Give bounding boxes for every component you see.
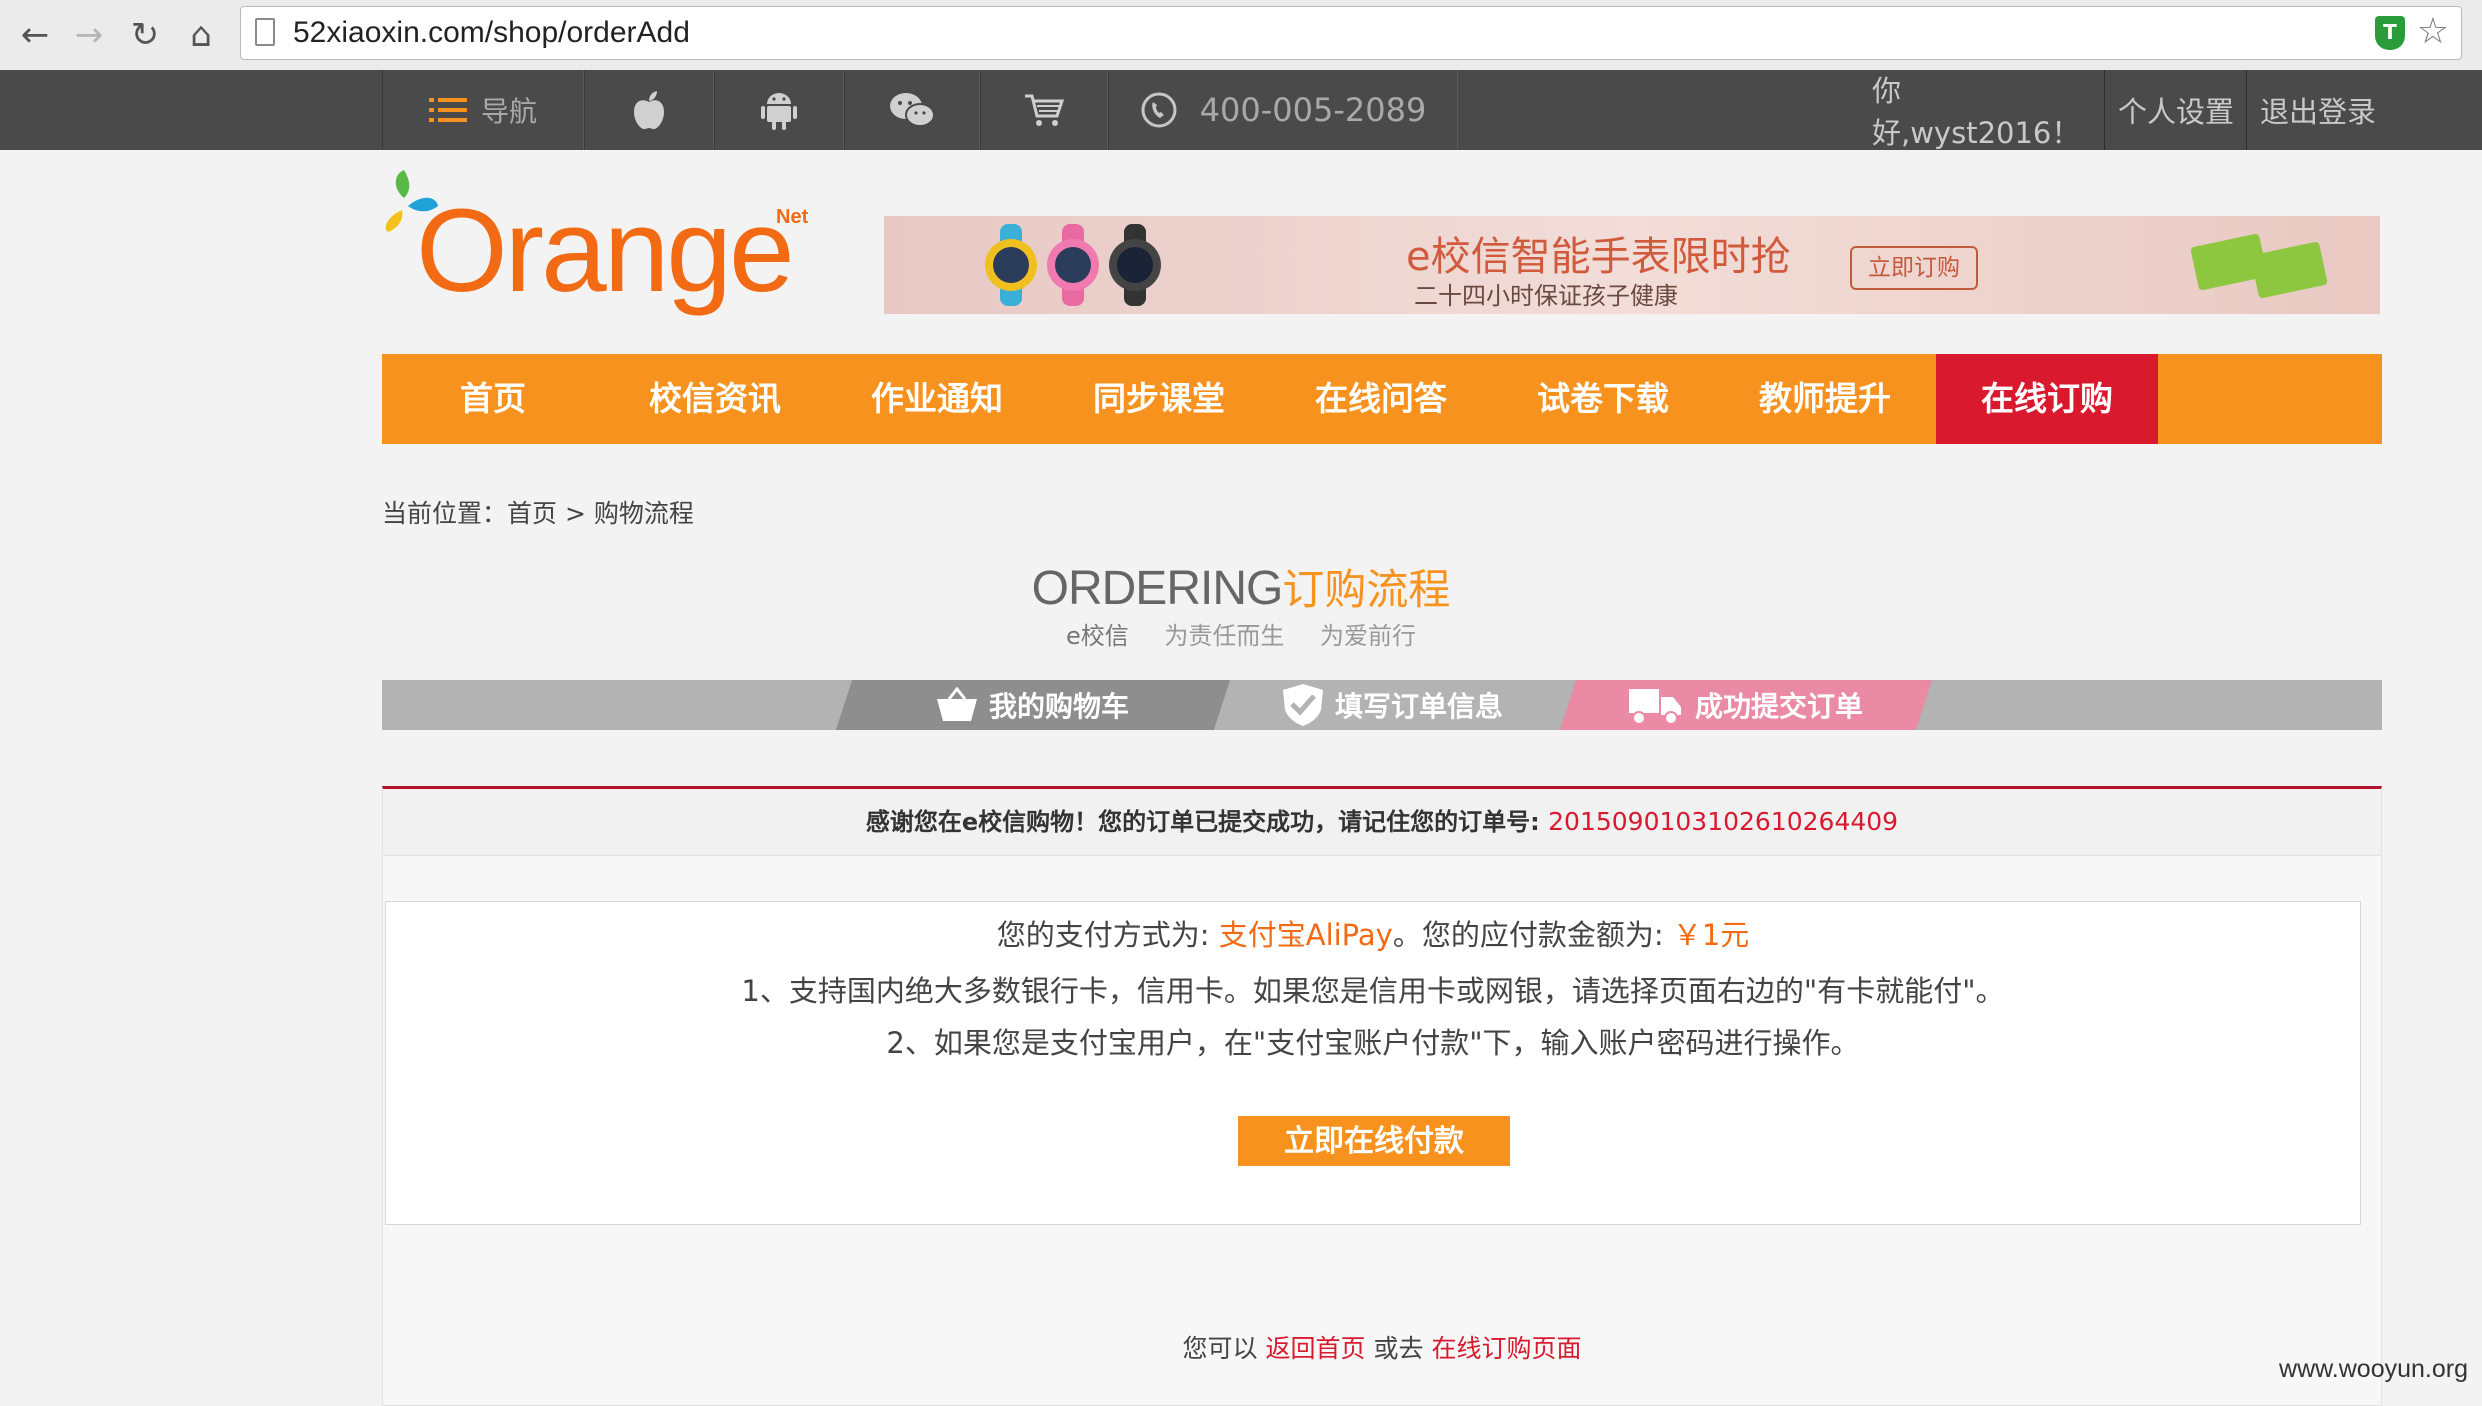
nav-item-downloads[interactable]: 试卷下载 <box>1492 354 1714 444</box>
security-shield-icon[interactable]: T <box>2375 16 2405 50</box>
banner-order-button[interactable]: 立即订购 <box>1850 246 1978 290</box>
nav-menu-button[interactable]: 导航 <box>382 70 584 150</box>
breadcrumb-prefix: 当前位置： <box>382 499 508 528</box>
order-success-message: 感谢您在e校信购物！您的订单已提交成功，请记住您的订单号: 2015090103… <box>383 789 2381 856</box>
browser-toolbar: ← → ↻ ⌂ 52xiaoxin.com/shop/orderAdd T ☆ <box>0 0 2482 71</box>
thanks-text: 感谢您在e校信购物！您的订单已提交成功，请记住您的订单号: <box>865 808 1540 836</box>
forward-icon[interactable]: → <box>66 12 112 58</box>
breadcrumb-home-link[interactable]: 首页 <box>507 499 557 528</box>
page-title-cn: 订购流程 <box>1282 565 1451 614</box>
url-text[interactable]: 52xiaoxin.com/shop/orderAdd <box>293 16 690 50</box>
step-fill-info: 填写订单信息 <box>1225 680 1561 730</box>
apple-icon <box>634 91 664 130</box>
step-cart-label: 我的购物车 <box>988 690 1129 723</box>
logo-superscript: Net <box>776 206 809 228</box>
watermark: www.wooyun.org <box>2279 1355 2468 1383</box>
check-shield-icon <box>1282 684 1323 726</box>
pay-amount: ￥1元 <box>1672 918 1750 952</box>
amount-prefix: 。您的应付款金额为: <box>1392 918 1664 952</box>
order-steps: 我的购物车 填写订单信息 成功提交订单 <box>382 680 2382 730</box>
nav-item-order-online[interactable]: 在线订购 <box>1936 354 2158 444</box>
page-title-en: ORDERING <box>1031 562 1284 615</box>
apple-app-link[interactable] <box>584 70 714 150</box>
back-icon[interactable]: ← <box>12 12 58 58</box>
pay-method-prefix: 您的支付方式为: <box>996 918 1210 952</box>
bookmark-star-icon[interactable]: ☆ <box>2417 11 2449 52</box>
order-result-panel: 感谢您在e校信购物！您的订单已提交成功，请记住您的订单号: 2015090103… <box>382 786 2382 1406</box>
card-image <box>2190 233 2328 299</box>
footer-links: 您可以 返回首页 或去 在线订购页面 <box>383 1329 2381 1365</box>
android-icon <box>761 93 797 130</box>
step-cart: 我的购物车 <box>835 680 1231 730</box>
menu-icon <box>428 98 467 122</box>
pay-now-button[interactable]: 立即在线付款 <box>1238 1116 1510 1166</box>
nav-label: 导航 <box>480 95 537 128</box>
cart-link[interactable] <box>980 70 1108 150</box>
wechat-icon <box>890 93 935 127</box>
order-number: 2015090103102610264409 <box>1548 807 1899 836</box>
wechat-link[interactable] <box>844 70 980 150</box>
pay-method: 支付宝AliPay <box>1218 918 1393 952</box>
personal-settings-link[interactable]: 个人设置 <box>2108 70 2244 150</box>
step-success: 成功提交订单 <box>1559 680 1933 730</box>
reload-icon[interactable]: ↻ <box>122 12 168 58</box>
logo-text: Orange <box>416 185 795 317</box>
android-app-link[interactable] <box>714 70 844 150</box>
nav-item-home[interactable]: 首页 <box>382 354 604 444</box>
orange-logo[interactable]: Orange Net <box>382 170 822 320</box>
home-icon[interactable]: ⌂ <box>178 12 224 58</box>
payment-summary: 您的支付方式为: 支付宝AliPay。您的应付款金额为: ￥1元 <box>386 912 2360 954</box>
truck-icon <box>1628 689 1681 725</box>
nav-item-news[interactable]: 校信资讯 <box>604 354 826 444</box>
page-subtitle: e校信 为责任而生 为爱前行 <box>0 616 2482 651</box>
smartwatch-image <box>985 224 1161 306</box>
basket-icon <box>936 687 977 721</box>
site-top-bar: 导航 400-005-2089 你好,wyst2016！ 个人设置 退出登录 <box>0 70 2482 150</box>
slogan-2: 为爱前行 <box>1320 622 1417 650</box>
divider <box>2246 70 2247 150</box>
order-online-link[interactable]: 在线订购页面 <box>1431 1334 1581 1363</box>
main-nav: 首页 校信资讯 作业通知 同步课堂 在线问答 试卷下载 教师提升 在线订购 <box>382 354 2382 444</box>
footer-prefix: 您可以 <box>1182 1334 1258 1363</box>
phone-number: 400-005-2089 <box>1199 91 1427 129</box>
page-icon <box>255 18 275 46</box>
footer-middle: 或去 <box>1373 1334 1424 1363</box>
breadcrumb: 当前位置：首页 > 购物流程 <box>382 494 694 530</box>
phone-icon <box>1141 92 1177 128</box>
brand-name: e校信 <box>1065 622 1129 650</box>
nav-item-qa[interactable]: 在线问答 <box>1270 354 1492 444</box>
slogan-1: 为责任而生 <box>1164 622 1285 650</box>
logout-link[interactable]: 退出登录 <box>2250 70 2386 150</box>
payment-note-1: 1、支持国内绝大多数银行卡，信用卡。如果您是信用卡或网银，请选择页面右边的"有卡… <box>741 974 2005 1008</box>
phone-hotline: 400-005-2089 <box>1108 70 1458 150</box>
banner-title: e校信智能手表限时抢 <box>1406 234 1791 280</box>
user-greeting[interactable]: 你好,wyst2016！ <box>1872 70 2100 150</box>
banner-subtitle: 二十四小时保证孩子健康 <box>1414 282 1678 310</box>
back-home-link[interactable]: 返回首页 <box>1266 1334 1366 1363</box>
step-success-label: 成功提交订单 <box>1694 690 1863 723</box>
page-title: ORDERING订购流程 <box>0 556 2482 617</box>
promo-banner[interactable]: e校信智能手表限时抢 二十四小时保证孩子健康 立即订购 <box>884 216 2380 314</box>
address-bar[interactable]: 52xiaoxin.com/shop/orderAdd T ☆ <box>240 6 2462 60</box>
breadcrumb-current: 购物流程 <box>593 499 694 528</box>
nav-item-homework[interactable]: 作业通知 <box>826 354 1048 444</box>
payment-note-2: 2、如果您是支付宝用户，在"支付宝账户付款"下，输入账户密码进行操作。 <box>886 1026 1860 1060</box>
step-fill-info-label: 填写订单信息 <box>1334 690 1503 723</box>
cart-icon <box>1025 94 1065 126</box>
nav-item-classroom[interactable]: 同步课堂 <box>1048 354 1270 444</box>
divider <box>2104 70 2105 150</box>
payment-box: 您的支付方式为: 支付宝AliPay。您的应付款金额为: ￥1元 1、支持国内绝… <box>385 901 2361 1225</box>
breadcrumb-separator: > <box>564 499 586 528</box>
nav-item-teacher[interactable]: 教师提升 <box>1714 354 1936 444</box>
